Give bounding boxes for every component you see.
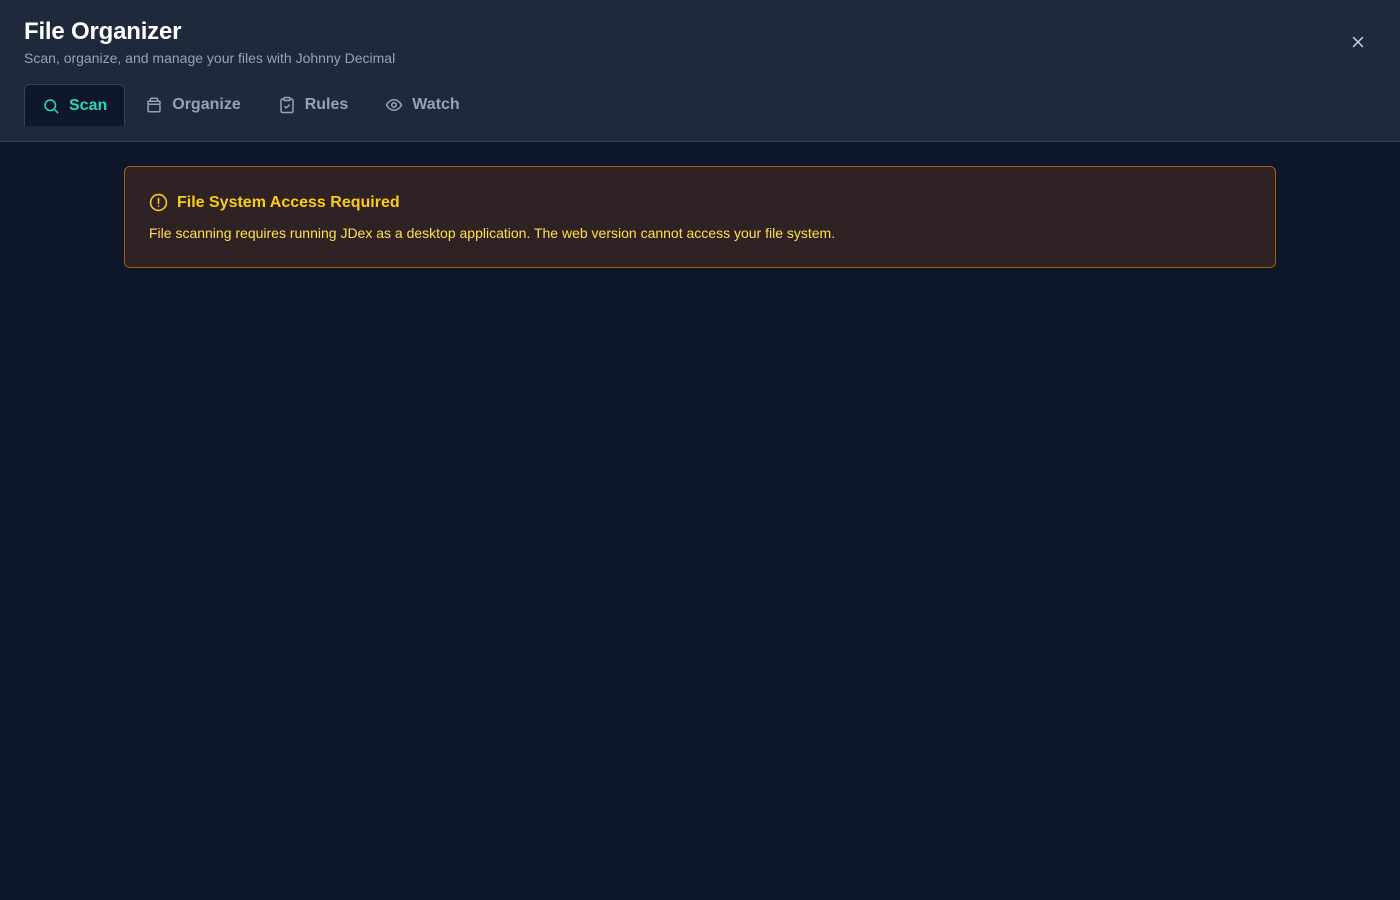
close-icon — [1352, 36, 1364, 48]
alert-title: File System Access Required — [177, 193, 400, 211]
tab-organize[interactable]: Organize — [128, 84, 257, 126]
header: File Organizer Scan, organize, and manag… — [0, 0, 1400, 142]
tab-label: Organize — [172, 96, 241, 113]
page-title: File Organizer — [24, 18, 182, 45]
file-organizer-window: File Organizer Scan, organize, and manag… — [0, 0, 1400, 900]
tab-label: Watch — [412, 96, 460, 113]
archive-icon — [145, 96, 163, 114]
alert-circle-icon — [149, 193, 168, 212]
tab-bar: Scan Organize Rules Watch — [24, 84, 480, 142]
eye-icon — [385, 96, 403, 114]
tab-label: Rules — [304, 96, 349, 113]
access-warning-alert: File System Access Required File scannin… — [124, 166, 1276, 268]
close-button[interactable] — [1346, 30, 1370, 54]
tab-watch[interactable]: Watch — [368, 84, 476, 126]
alert-header: File System Access Required — [149, 193, 400, 212]
clipboard-check-icon — [278, 96, 296, 114]
tab-scan[interactable]: Scan — [24, 84, 126, 126]
alert-message: File scanning requires running JDex as a… — [149, 225, 836, 241]
search-icon — [42, 97, 60, 115]
page-subtitle: Scan, organize, and manage your files wi… — [24, 50, 396, 66]
tab-rules[interactable]: Rules — [261, 84, 366, 126]
tab-label: Scan — [69, 96, 108, 114]
